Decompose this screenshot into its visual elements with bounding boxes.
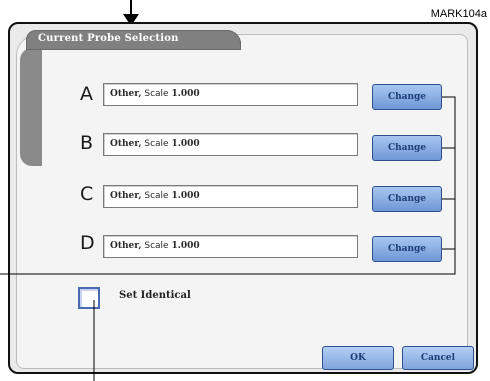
probe-field-a: Other, Scale 1.000 bbox=[103, 83, 358, 106]
cancel-button[interactable]: Cancel bbox=[402, 346, 474, 370]
scale-label: Scale bbox=[144, 89, 169, 99]
probe-field-d: Other, Scale 1.000 bbox=[103, 235, 358, 258]
scale-label: Scale bbox=[144, 139, 169, 149]
section-title: Current Probe Selection bbox=[38, 33, 179, 44]
probe-letter-d: D bbox=[80, 232, 95, 254]
probe-type: Other, bbox=[110, 139, 142, 149]
change-button-c[interactable]: Change bbox=[372, 186, 442, 212]
panel-spine bbox=[20, 48, 42, 166]
scale-label: Scale bbox=[144, 241, 169, 251]
set-identical-label: Set Identical bbox=[119, 290, 191, 301]
probe-type: Other, bbox=[110, 241, 142, 251]
figure-label: MARK104a bbox=[430, 8, 487, 20]
scale-label: Scale bbox=[144, 191, 169, 201]
probe-letter-c: C bbox=[80, 183, 94, 205]
change-button-b[interactable]: Change bbox=[372, 135, 442, 161]
probe-type: Other, bbox=[110, 191, 142, 201]
section-tab: Current Probe Selection bbox=[26, 30, 241, 50]
probe-field-b: Other, Scale 1.000 bbox=[103, 133, 358, 156]
scale-value: 1.000 bbox=[171, 241, 200, 251]
scale-value: 1.000 bbox=[171, 89, 200, 99]
scale-value: 1.000 bbox=[171, 191, 200, 201]
change-button-a[interactable]: Change bbox=[372, 84, 442, 110]
probe-field-c: Other, Scale 1.000 bbox=[103, 185, 358, 208]
scale-value: 1.000 bbox=[171, 139, 200, 149]
set-identical-checkbox[interactable] bbox=[78, 287, 100, 309]
change-button-d[interactable]: Change bbox=[372, 236, 442, 262]
probe-type: Other, bbox=[110, 89, 142, 99]
probe-letter-a: A bbox=[80, 83, 93, 105]
ok-button[interactable]: OK bbox=[322, 346, 394, 370]
probe-letter-b: B bbox=[80, 132, 94, 154]
